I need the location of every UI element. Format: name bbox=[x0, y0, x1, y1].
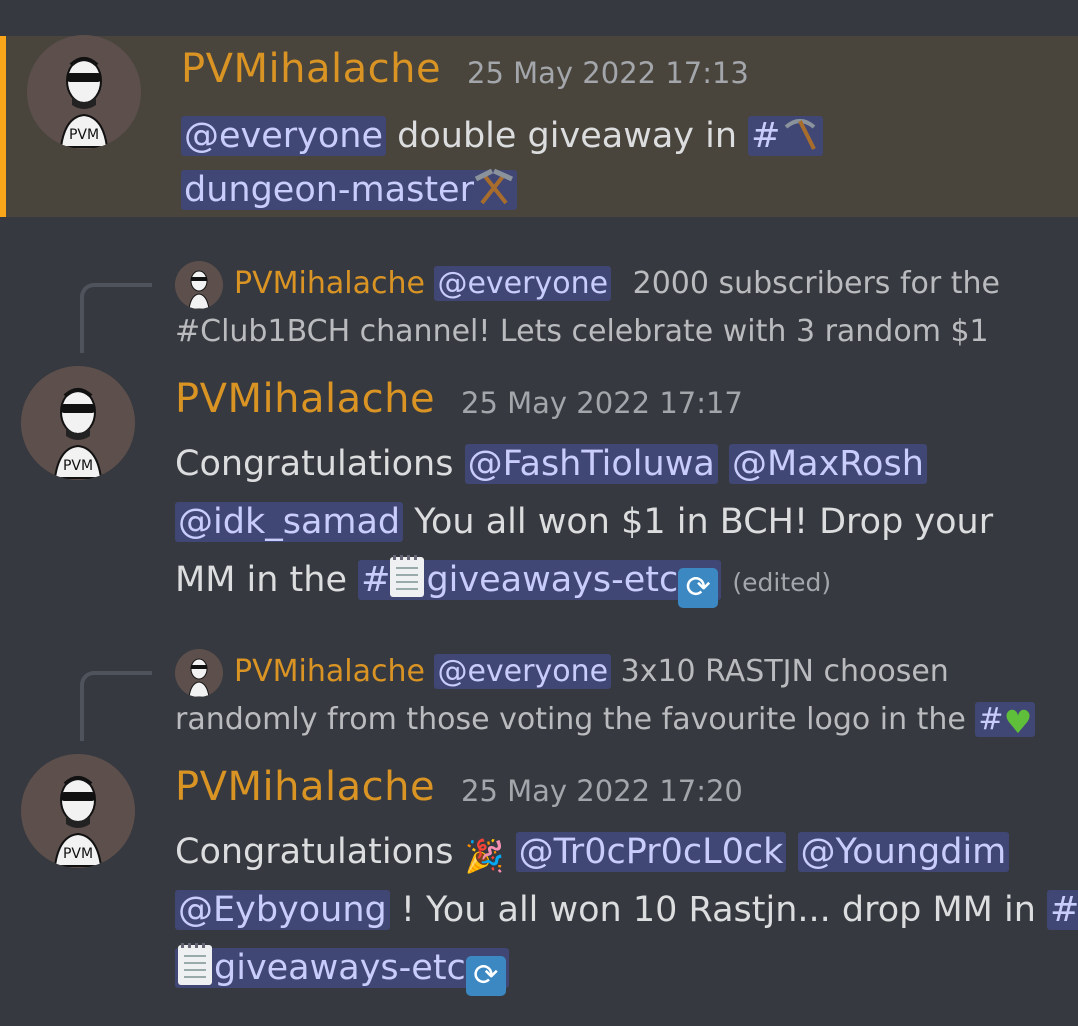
hammer-pick-icon bbox=[474, 168, 513, 205]
reply-username[interactable]: PVMihalache bbox=[234, 266, 425, 301]
reply-mention-everyone[interactable]: @everyone bbox=[434, 266, 612, 301]
pick-icon bbox=[785, 119, 817, 150]
top-strip bbox=[0, 0, 1078, 36]
channel-link-giveaways[interactable]: # giveaways-etc ⟳ bbox=[358, 555, 722, 608]
timestamp[interactable]: 25 May 2022 17:13 bbox=[467, 56, 749, 90]
channel-link-hash[interactable]: # bbox=[748, 116, 824, 156]
reply-text: 3x10 RASTJN choosen bbox=[620, 654, 949, 689]
username[interactable]: PVMihalache bbox=[175, 376, 435, 422]
mention-everyone[interactable]: @everyone bbox=[181, 116, 387, 156]
reply-connector bbox=[80, 671, 152, 741]
message-line-1: @everyone double giveaway in # bbox=[181, 112, 824, 160]
party-popper-icon: 🎉 bbox=[464, 837, 505, 875]
channel-link-hash[interactable]: # bbox=[1047, 890, 1078, 930]
reply-avatar-icon[interactable] bbox=[175, 649, 223, 697]
reply-username[interactable]: PVMihalache bbox=[234, 654, 425, 689]
timestamp[interactable]: 25 May 2022 17:17 bbox=[461, 386, 743, 420]
mention-user[interactable]: @Eybyoung bbox=[175, 890, 390, 930]
avatar-ape-icon[interactable]: PVM bbox=[21, 754, 135, 868]
mention-user[interactable]: @idk_samad bbox=[175, 502, 404, 542]
svg-text:PVM: PVM bbox=[63, 846, 93, 862]
mention-user[interactable]: @MaxRosh bbox=[728, 444, 927, 484]
message-text: ! You all won 10 Rastjn... drop MM in bbox=[389, 890, 1048, 930]
reply-text: 2000 subscribers for the bbox=[632, 266, 1000, 301]
memo-icon bbox=[178, 943, 212, 985]
reply-line-1[interactable]: PVMihalache @everyone 3x10 RASTJN choose… bbox=[234, 651, 949, 693]
message-text: MM in the bbox=[175, 560, 359, 600]
message-text: Congratulations bbox=[175, 832, 465, 872]
edited-label: (edited) bbox=[732, 568, 832, 597]
mention-user[interactable]: @FashTioluwa bbox=[464, 444, 718, 484]
green-heart-icon: ♥ bbox=[1003, 703, 1033, 741]
message-text: You all won $1 in BCH! Drop your bbox=[403, 502, 994, 542]
channel-link-dungeon-master[interactable]: dungeon-master bbox=[181, 168, 517, 210]
message-line-1: Congratulations @FashTioluwa @MaxRosh bbox=[175, 440, 927, 488]
message-line-3: giveaways-etc ⟳ bbox=[175, 943, 509, 996]
mention-user[interactable]: @Youngdim bbox=[797, 832, 1010, 872]
repeat-icon: ⟳ bbox=[678, 568, 719, 608]
username[interactable]: PVMihalache bbox=[175, 764, 435, 810]
reply-text: randomly from those voting the favourite… bbox=[175, 702, 976, 737]
reply-line-2: randomly from those voting the favourite… bbox=[175, 699, 1036, 741]
svg-text:PVM: PVM bbox=[63, 458, 93, 474]
memo-icon bbox=[390, 555, 425, 597]
reply-avatar-icon[interactable] bbox=[175, 261, 223, 309]
reply-line-2: #Club1BCH channel! Lets celebrate with 3… bbox=[175, 314, 989, 349]
message-highlighted[interactable]: PVM PVMihalache 25 May 2022 17:13 @every… bbox=[0, 35, 1078, 217]
message-text: Congratulations bbox=[175, 444, 465, 484]
avatar-ape-icon[interactable]: PVM bbox=[27, 35, 141, 149]
repeat-icon: ⟳ bbox=[465, 956, 506, 996]
reply-line-1[interactable]: PVMihalache @everyone 2000 subscribers f… bbox=[234, 263, 1000, 305]
svg-text:PVM: PVM bbox=[69, 127, 99, 143]
reply-channel-link[interactable]: #♥ bbox=[975, 702, 1036, 741]
username[interactable]: PVMihalache bbox=[181, 46, 441, 92]
message-line-2: dungeon-master bbox=[181, 166, 517, 214]
message-text: double giveaway in bbox=[386, 116, 749, 156]
message-line-1: Congratulations 🎉 @Tr0cPr0cL0ck @Youngdi… bbox=[175, 828, 1010, 876]
message-line-2: @Eybyoung ! You all won 10 Rastjn... dro… bbox=[175, 886, 1078, 934]
mention-user[interactable]: @Tr0cPr0cL0ck bbox=[515, 832, 787, 872]
avatar-ape-icon[interactable]: PVM bbox=[21, 366, 135, 480]
channel-link-giveaways[interactable]: giveaways-etc ⟳ bbox=[175, 943, 509, 996]
reply-connector bbox=[80, 283, 152, 353]
message-line-3: MM in the # giveaways-etc ⟳ (edited) bbox=[175, 555, 832, 608]
message-line-2: @idk_samad You all won $1 in BCH! Drop y… bbox=[175, 498, 993, 546]
reply-mention-everyone[interactable]: @everyone bbox=[434, 654, 612, 689]
timestamp[interactable]: 25 May 2022 17:20 bbox=[461, 774, 743, 808]
